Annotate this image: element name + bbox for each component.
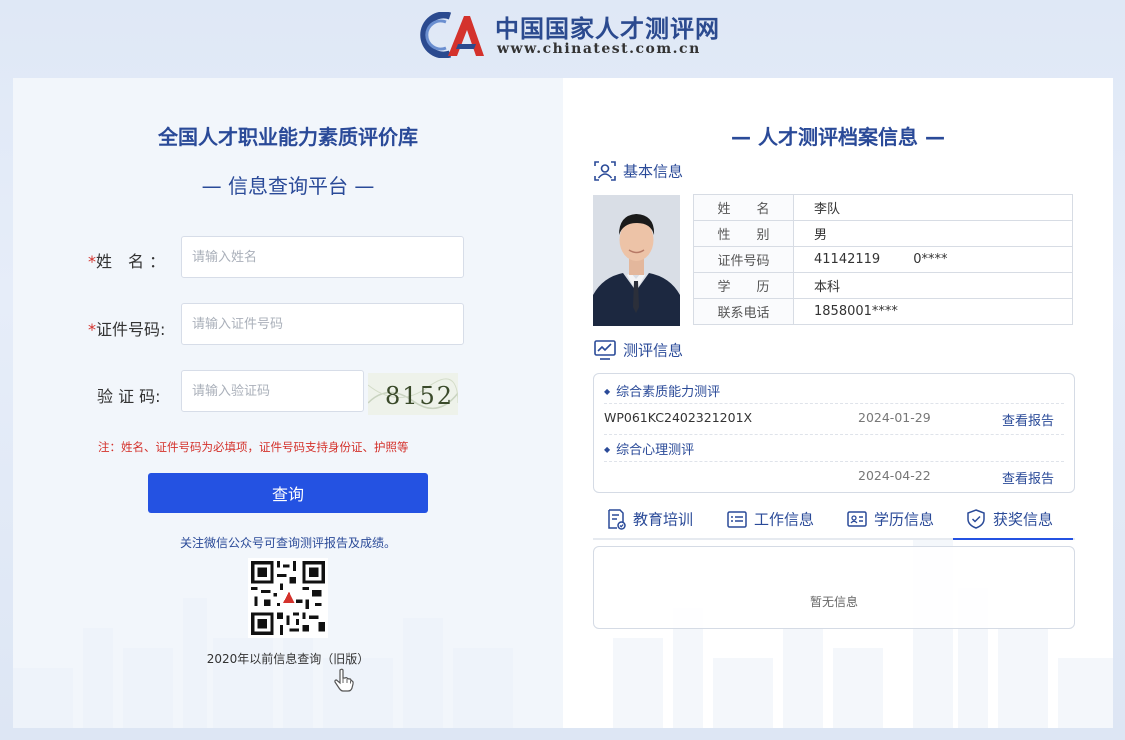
tab-degree[interactable]: 学历信息 — [846, 508, 934, 540]
basic-info-table: 姓 名 李队 性 别 男 证件号码 41142119 0**** 学 历 本科 … — [693, 194, 1073, 325]
evaluation-date: 2024-04-22 — [858, 468, 931, 483]
info-value: 1858001**** — [793, 298, 1073, 325]
view-report-link[interactable]: 查看报告 — [1002, 410, 1054, 429]
evaluation-type: 综合心理测评 — [604, 439, 694, 458]
evaluation-type: 综合素质能力测评 — [604, 381, 720, 400]
info-value: 李队 — [793, 194, 1073, 221]
site-name: 中国国家人才测评网 — [495, 14, 720, 43]
id-card-icon — [847, 511, 867, 527]
captcha-input[interactable] — [181, 370, 364, 412]
name-input[interactable] — [181, 236, 464, 278]
platform-subtitle: — 信息查询平台 — — [201, 174, 375, 198]
captcha-label: 验 证 码: — [97, 387, 161, 406]
info-value: 41142119 0**** — [793, 246, 1073, 273]
tab-education[interactable]: 教育培训 — [605, 508, 693, 540]
award-shield-icon — [967, 509, 985, 529]
evaluation-info-heading: 测评信息 — [593, 339, 683, 361]
person-photo — [593, 195, 680, 326]
info-key: 证件号码 — [693, 246, 794, 273]
hand-pointer-icon — [334, 668, 354, 692]
archive-panel: — 人才测评档案信息 — 基本信息 姓 名 李队 性 别 男 证件号码 4114… — [563, 78, 1113, 728]
site-header: 中国国家人才测评网 www.chinatest.com.cn — [0, 0, 1125, 78]
tab-awards[interactable]: 获奖信息 — [953, 508, 1073, 540]
info-key: 性 别 — [693, 220, 794, 247]
ca-logo-icon[interactable] — [420, 12, 486, 58]
view-report-link[interactable]: 查看报告 — [1002, 468, 1054, 487]
info-key: 学 历 — [693, 272, 794, 299]
wechat-qr-code — [248, 558, 328, 638]
captcha-text: 8152 — [385, 382, 454, 410]
table-row: 姓 名 李队 — [693, 194, 1073, 221]
chart-monitor-icon — [594, 340, 616, 360]
evaluation-list: 综合素质能力测评 WP061KC2402321201X 2024-01-29 查… — [593, 373, 1075, 493]
divider — [604, 403, 1064, 404]
education-doc-icon — [608, 509, 626, 530]
archive-tabs: 教育培训 工作信息 学历信息 获奖信息 — [593, 506, 1075, 540]
form-note: 注：姓名、证件号码为必填项，证件号码支持身份证、护照等 — [98, 440, 409, 454]
divider — [604, 434, 1064, 435]
site-url: www.chinatest.com.cn — [497, 41, 701, 57]
work-list-icon — [727, 511, 747, 528]
query-panel: 全国人才职业能力素质评价库 — 信息查询平台 — *姓 名 ： *证件号码: 验… — [13, 78, 563, 728]
info-key: 联系电话 — [693, 298, 794, 325]
evaluation-date: 2024-01-29 — [858, 410, 931, 425]
wechat-note: 关注微信公众号可查询测评报告及成绩。 — [179, 536, 396, 550]
empty-state-text: 暂无信息 — [809, 595, 858, 609]
info-key: 姓 名 — [693, 194, 794, 221]
user-card-icon — [594, 161, 616, 181]
id-number-input[interactable] — [181, 303, 464, 345]
table-row: 证件号码 41142119 0**** — [693, 246, 1073, 273]
info-value: 男 — [793, 220, 1073, 247]
table-row: 性 别 男 — [693, 220, 1073, 247]
required-mark: * — [88, 252, 96, 271]
divider — [604, 461, 1064, 462]
old-version-link[interactable]: 2020年以前信息查询（旧版） — [13, 650, 563, 667]
name-label: *姓 名 ： — [88, 252, 166, 271]
info-value: 本科 — [793, 272, 1073, 299]
table-row: 学 历 本科 — [693, 272, 1073, 299]
archive-title: — 人才测评档案信息 — — [731, 125, 945, 149]
tab-work[interactable]: 工作信息 — [726, 508, 814, 540]
table-row: 联系电话 1858001**** — [693, 298, 1073, 325]
main-card: 全国人才职业能力素质评价库 — 信息查询平台 — *姓 名 ： *证件号码: 验… — [13, 78, 1113, 728]
platform-title: 全国人才职业能力素质评价库 — [158, 125, 418, 149]
evaluation-code: WP061KC2402321201X — [604, 410, 753, 425]
required-mark: * — [88, 320, 96, 339]
basic-info-heading: 基本信息 — [593, 160, 683, 182]
query-button[interactable]: 查询 — [148, 473, 428, 513]
captcha-image[interactable]: 8152 — [368, 373, 458, 415]
awards-panel: 暂无信息 — [593, 546, 1075, 629]
id-number-label: *证件号码: — [88, 320, 166, 339]
